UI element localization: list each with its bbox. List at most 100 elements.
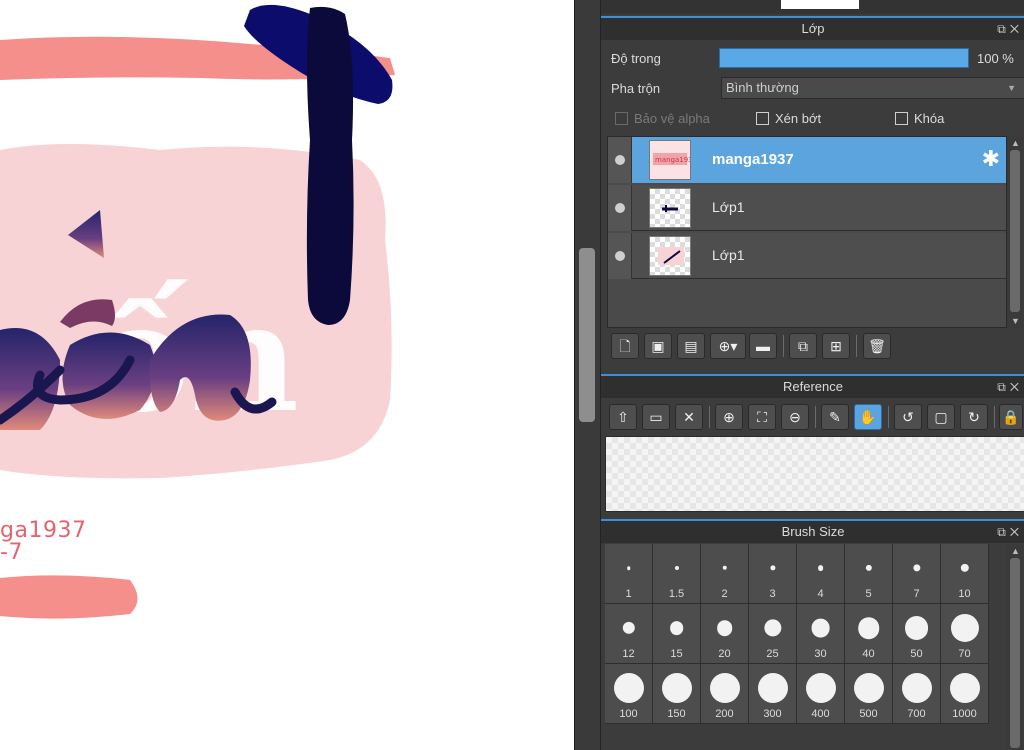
brush-size-scrollbar[interactable]: ▲ (1007, 544, 1023, 750)
brush-size-300[interactable]: 300 (749, 664, 796, 723)
brush-preview-dot (722, 565, 727, 571)
close-icon[interactable]: ✕ (1010, 525, 1023, 539)
blend-mode-select[interactable]: Bình thường ▼ (721, 77, 1024, 99)
toolbar-separator (856, 335, 857, 357)
brush-size-4[interactable]: 4 (797, 544, 844, 603)
delete-layer-icon[interactable]: 🗑 (863, 333, 891, 359)
layer-row-lop1-a[interactable]: Lớp1 (608, 185, 1006, 231)
brush-preview-dot (865, 564, 872, 572)
brush-size-label: 10 (958, 588, 971, 600)
open-folder-icon[interactable]: ▭ (642, 404, 670, 430)
brush-size-3[interactable]: 3 (749, 544, 796, 603)
reference-image-area[interactable] (605, 436, 1024, 512)
drawing-canvas[interactable]: ốn ga1937 -7 (0, 0, 574, 750)
layer-list: manga1937 manga1937 ✱ Lớp1 Lớp1 (607, 136, 1007, 328)
close-icon[interactable]: ✕ (675, 404, 703, 430)
scroll-up-icon[interactable]: ▲ (1011, 546, 1020, 556)
upload-icon[interactable]: ⇧ (609, 404, 637, 430)
brush-size-200[interactable]: 200 (701, 664, 748, 723)
scroll-down-icon[interactable]: ▼ (1011, 316, 1020, 326)
clipping-checkbox[interactable]: Xén bớt (756, 111, 821, 126)
rotate-left-icon[interactable]: ↺ (894, 404, 922, 430)
new-1bit-layer-icon[interactable]: ▤ (677, 333, 705, 359)
canvas-scrollbar[interactable] (574, 0, 600, 750)
brush-size-label: 300 (763, 708, 782, 720)
brush-size-70[interactable]: 70 (941, 604, 988, 663)
brush-preview-dot (622, 621, 635, 635)
fullscreen-icon[interactable]: ▢ (927, 404, 955, 430)
svg-text:manga1937: manga1937 (655, 156, 690, 164)
brush-size-label: 700 (907, 708, 926, 720)
brush-size-1[interactable]: 1 (605, 544, 652, 603)
gear-icon[interactable]: ✱ (982, 148, 1000, 170)
brush-size-500[interactable]: 500 (845, 664, 892, 723)
brush-size-12[interactable]: 12 (605, 604, 652, 663)
layer-panel-title: Lớp (801, 21, 825, 36)
fit-icon[interactable]: ⛶ (748, 404, 776, 430)
zoom-out-icon[interactable]: ⊖ (781, 404, 809, 430)
popout-icon[interactable]: ⧉ (997, 525, 1010, 539)
brush-size-1000[interactable]: 1000 (941, 664, 988, 723)
protect-alpha-checkbox[interactable]: Bảo vệ alpha (615, 111, 710, 126)
brush-size-700[interactable]: 700 (893, 664, 940, 723)
brush-size-10[interactable]: 10 (941, 544, 988, 603)
layer-name: manga1937 (712, 151, 794, 168)
eye-icon (615, 203, 625, 213)
brush-size-label: 200 (715, 708, 734, 720)
eyedropper-icon[interactable]: ✎ (821, 404, 849, 430)
opacity-value: 100 % (977, 51, 1014, 66)
scroll-up-icon[interactable]: ▲ (1011, 138, 1020, 148)
checkbox-box (756, 112, 769, 125)
duplicate-layer-icon[interactable]: ⧉ (789, 333, 817, 359)
close-icon[interactable]: ✕ (1010, 22, 1023, 36)
rotate-right-icon[interactable]: ↻ (960, 404, 988, 430)
layer-row-manga1937[interactable]: manga1937 manga1937 ✱ (608, 137, 1006, 183)
lock-icon[interactable]: 🔒 (999, 404, 1023, 430)
folder-icon[interactable]: ▬ (749, 333, 777, 359)
brush-size-150[interactable]: 150 (653, 664, 700, 723)
zoom-in-icon[interactable]: ⊕ (715, 404, 743, 430)
lock-checkbox[interactable]: Khóa (895, 111, 944, 126)
brush-size-40[interactable]: 40 (845, 604, 892, 663)
brush-preview-dot (626, 566, 631, 570)
brush-size-20[interactable]: 20 (701, 604, 748, 663)
brush-size-1.5[interactable]: 1.5 (653, 544, 700, 603)
brush-size-label: 1.5 (668, 588, 685, 600)
hand-icon[interactable]: ✋ (854, 404, 882, 430)
brush-size-30[interactable]: 30 (797, 604, 844, 663)
visibility-toggle[interactable] (608, 185, 632, 231)
brush-size-label: 12 (622, 648, 635, 660)
visibility-toggle[interactable] (608, 233, 632, 279)
brush-preview-dot (674, 565, 679, 571)
new-layer-icon[interactable]: 🗋 (611, 333, 639, 359)
brush-size-15[interactable]: 15 (653, 604, 700, 663)
chevron-down-icon: ▼ (1007, 83, 1016, 93)
scroll-thumb[interactable] (1010, 558, 1020, 748)
brush-size-50[interactable]: 50 (893, 604, 940, 663)
layer-row-lop1-b[interactable]: Lớp1 (608, 233, 1006, 279)
brush-size-2[interactable]: 2 (701, 544, 748, 603)
opacity-slider[interactable] (719, 48, 969, 68)
brush-size-25[interactable]: 25 (749, 604, 796, 663)
scroll-thumb[interactable] (1010, 150, 1020, 312)
toolbar-separator (888, 406, 889, 428)
brush-size-label: 15 (670, 648, 683, 660)
brush-size-7[interactable]: 7 (893, 544, 940, 603)
color-swatch-white[interactable] (781, 0, 859, 9)
brush-size-5[interactable]: 5 (845, 544, 892, 603)
merge-layer-icon[interactable]: ⊞ (822, 333, 850, 359)
layer-list-scrollbar[interactable]: ▲ ▼ (1007, 136, 1023, 328)
layer-name: Lớp1 (712, 199, 745, 215)
visibility-toggle[interactable] (608, 137, 632, 183)
add-layer-menu-icon[interactable]: ⊕▾ (710, 333, 746, 359)
close-icon[interactable]: ✕ (1010, 380, 1023, 394)
popout-icon[interactable]: ⧉ (997, 22, 1010, 36)
popout-icon[interactable]: ⧉ (997, 380, 1010, 394)
brush-preview-dot (904, 616, 929, 640)
canvas-scroll-thumb[interactable] (579, 248, 595, 422)
brush-size-label: 4 (817, 588, 824, 600)
brush-size-label: 2 (721, 588, 728, 600)
brush-size-100[interactable]: 100 (605, 664, 652, 723)
brush-size-400[interactable]: 400 (797, 664, 844, 723)
new-8bit-layer-icon[interactable]: ▣ (644, 333, 672, 359)
